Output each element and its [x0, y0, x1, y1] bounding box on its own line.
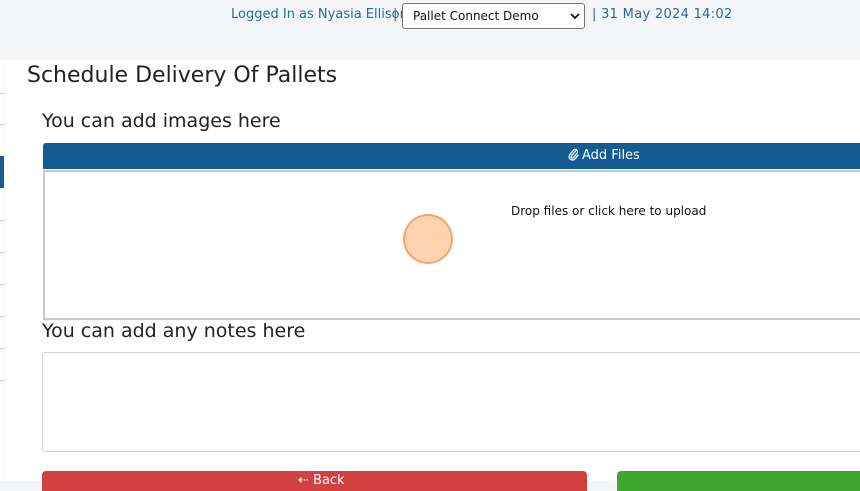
sidebar-divider	[0, 252, 4, 253]
back-button[interactable]: ⇠ Back	[42, 471, 587, 491]
current-datetime: | 31 May 2024 14:02	[592, 7, 733, 22]
images-section-label: You can add images here	[42, 110, 281, 132]
sidebar-divider	[0, 348, 4, 349]
sidebar-active-indicator[interactable]	[0, 156, 4, 188]
sidebar-divider	[0, 316, 4, 317]
logged-in-user: Logged In as Nyasia Ellison	[231, 7, 408, 22]
sidebar-divider	[0, 220, 4, 221]
notes-textarea[interactable]	[42, 352, 860, 452]
sidebar-edge	[0, 60, 4, 481]
paperclip-icon	[568, 148, 579, 161]
click-indicator	[403, 214, 453, 264]
top-bar: Logged In as Nyasia Ellison | Pallet Con…	[0, 0, 860, 60]
continue-button[interactable]	[617, 471, 860, 491]
sidebar-divider	[0, 284, 4, 285]
add-files-button[interactable]: Add Files	[43, 143, 860, 169]
company-select-value: Pallet Connect Demo	[413, 9, 539, 23]
company-select[interactable]: Pallet Connect Demo	[402, 3, 585, 29]
notes-section-label: You can add any notes here	[42, 320, 306, 342]
header-separator: |	[393, 7, 398, 22]
sidebar-divider	[0, 93, 4, 94]
sidebar-divider	[0, 380, 4, 381]
dropzone-text: Drop files or click here to upload	[511, 204, 707, 218]
sidebar-divider	[0, 124, 4, 125]
add-files-label: Add Files	[582, 148, 640, 163]
chevron-down-icon	[570, 13, 580, 20]
page-title: Schedule Delivery Of Pallets	[27, 63, 338, 88]
